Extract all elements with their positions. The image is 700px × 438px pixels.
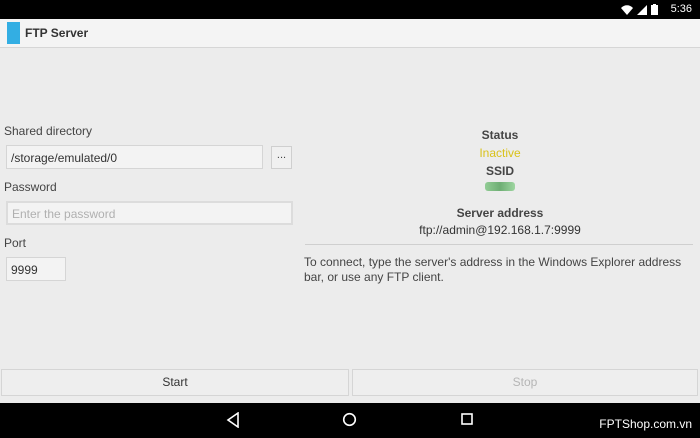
action-bar: FTP Server bbox=[0, 19, 700, 48]
app-title: FTP Server bbox=[25, 26, 89, 40]
password-label: Password bbox=[4, 180, 57, 194]
app-icon bbox=[7, 22, 20, 44]
password-field[interactable]: Enter the password bbox=[6, 201, 293, 225]
port-field[interactable]: 9999 bbox=[6, 257, 66, 281]
help-text: To connect, type the server's address in… bbox=[304, 255, 682, 284]
shared-directory-label: Shared directory bbox=[4, 124, 93, 138]
divider bbox=[305, 244, 693, 245]
navigation-bar bbox=[0, 403, 700, 438]
status-label: Status bbox=[481, 128, 519, 142]
server-address-label: Server address bbox=[456, 206, 544, 220]
status-value: Inactive bbox=[479, 146, 521, 160]
shared-directory-field[interactable]: /storage/emulated/0 bbox=[6, 145, 263, 169]
home-icon[interactable] bbox=[342, 412, 357, 427]
status-bar: 5:36 bbox=[0, 0, 700, 19]
battery-icon bbox=[651, 4, 658, 15]
wifi-icon bbox=[621, 4, 633, 15]
ssid-label: SSID bbox=[485, 164, 514, 178]
start-button[interactable]: Start bbox=[1, 369, 349, 396]
ssid-value-redacted bbox=[485, 182, 515, 191]
stop-button[interactable]: Stop bbox=[352, 369, 698, 396]
back-icon[interactable] bbox=[226, 412, 240, 428]
browse-button[interactable]: ... bbox=[271, 146, 292, 169]
server-address-value: ftp://admin@192.168.1.7:9999 bbox=[419, 223, 581, 237]
status-icons bbox=[621, 4, 658, 15]
signal-icon bbox=[637, 4, 647, 15]
recents-icon[interactable] bbox=[460, 412, 474, 426]
port-label: Port bbox=[4, 236, 27, 250]
clock: 5:36 bbox=[670, 3, 692, 15]
watermark: FPTShop.com.vn bbox=[599, 417, 692, 431]
